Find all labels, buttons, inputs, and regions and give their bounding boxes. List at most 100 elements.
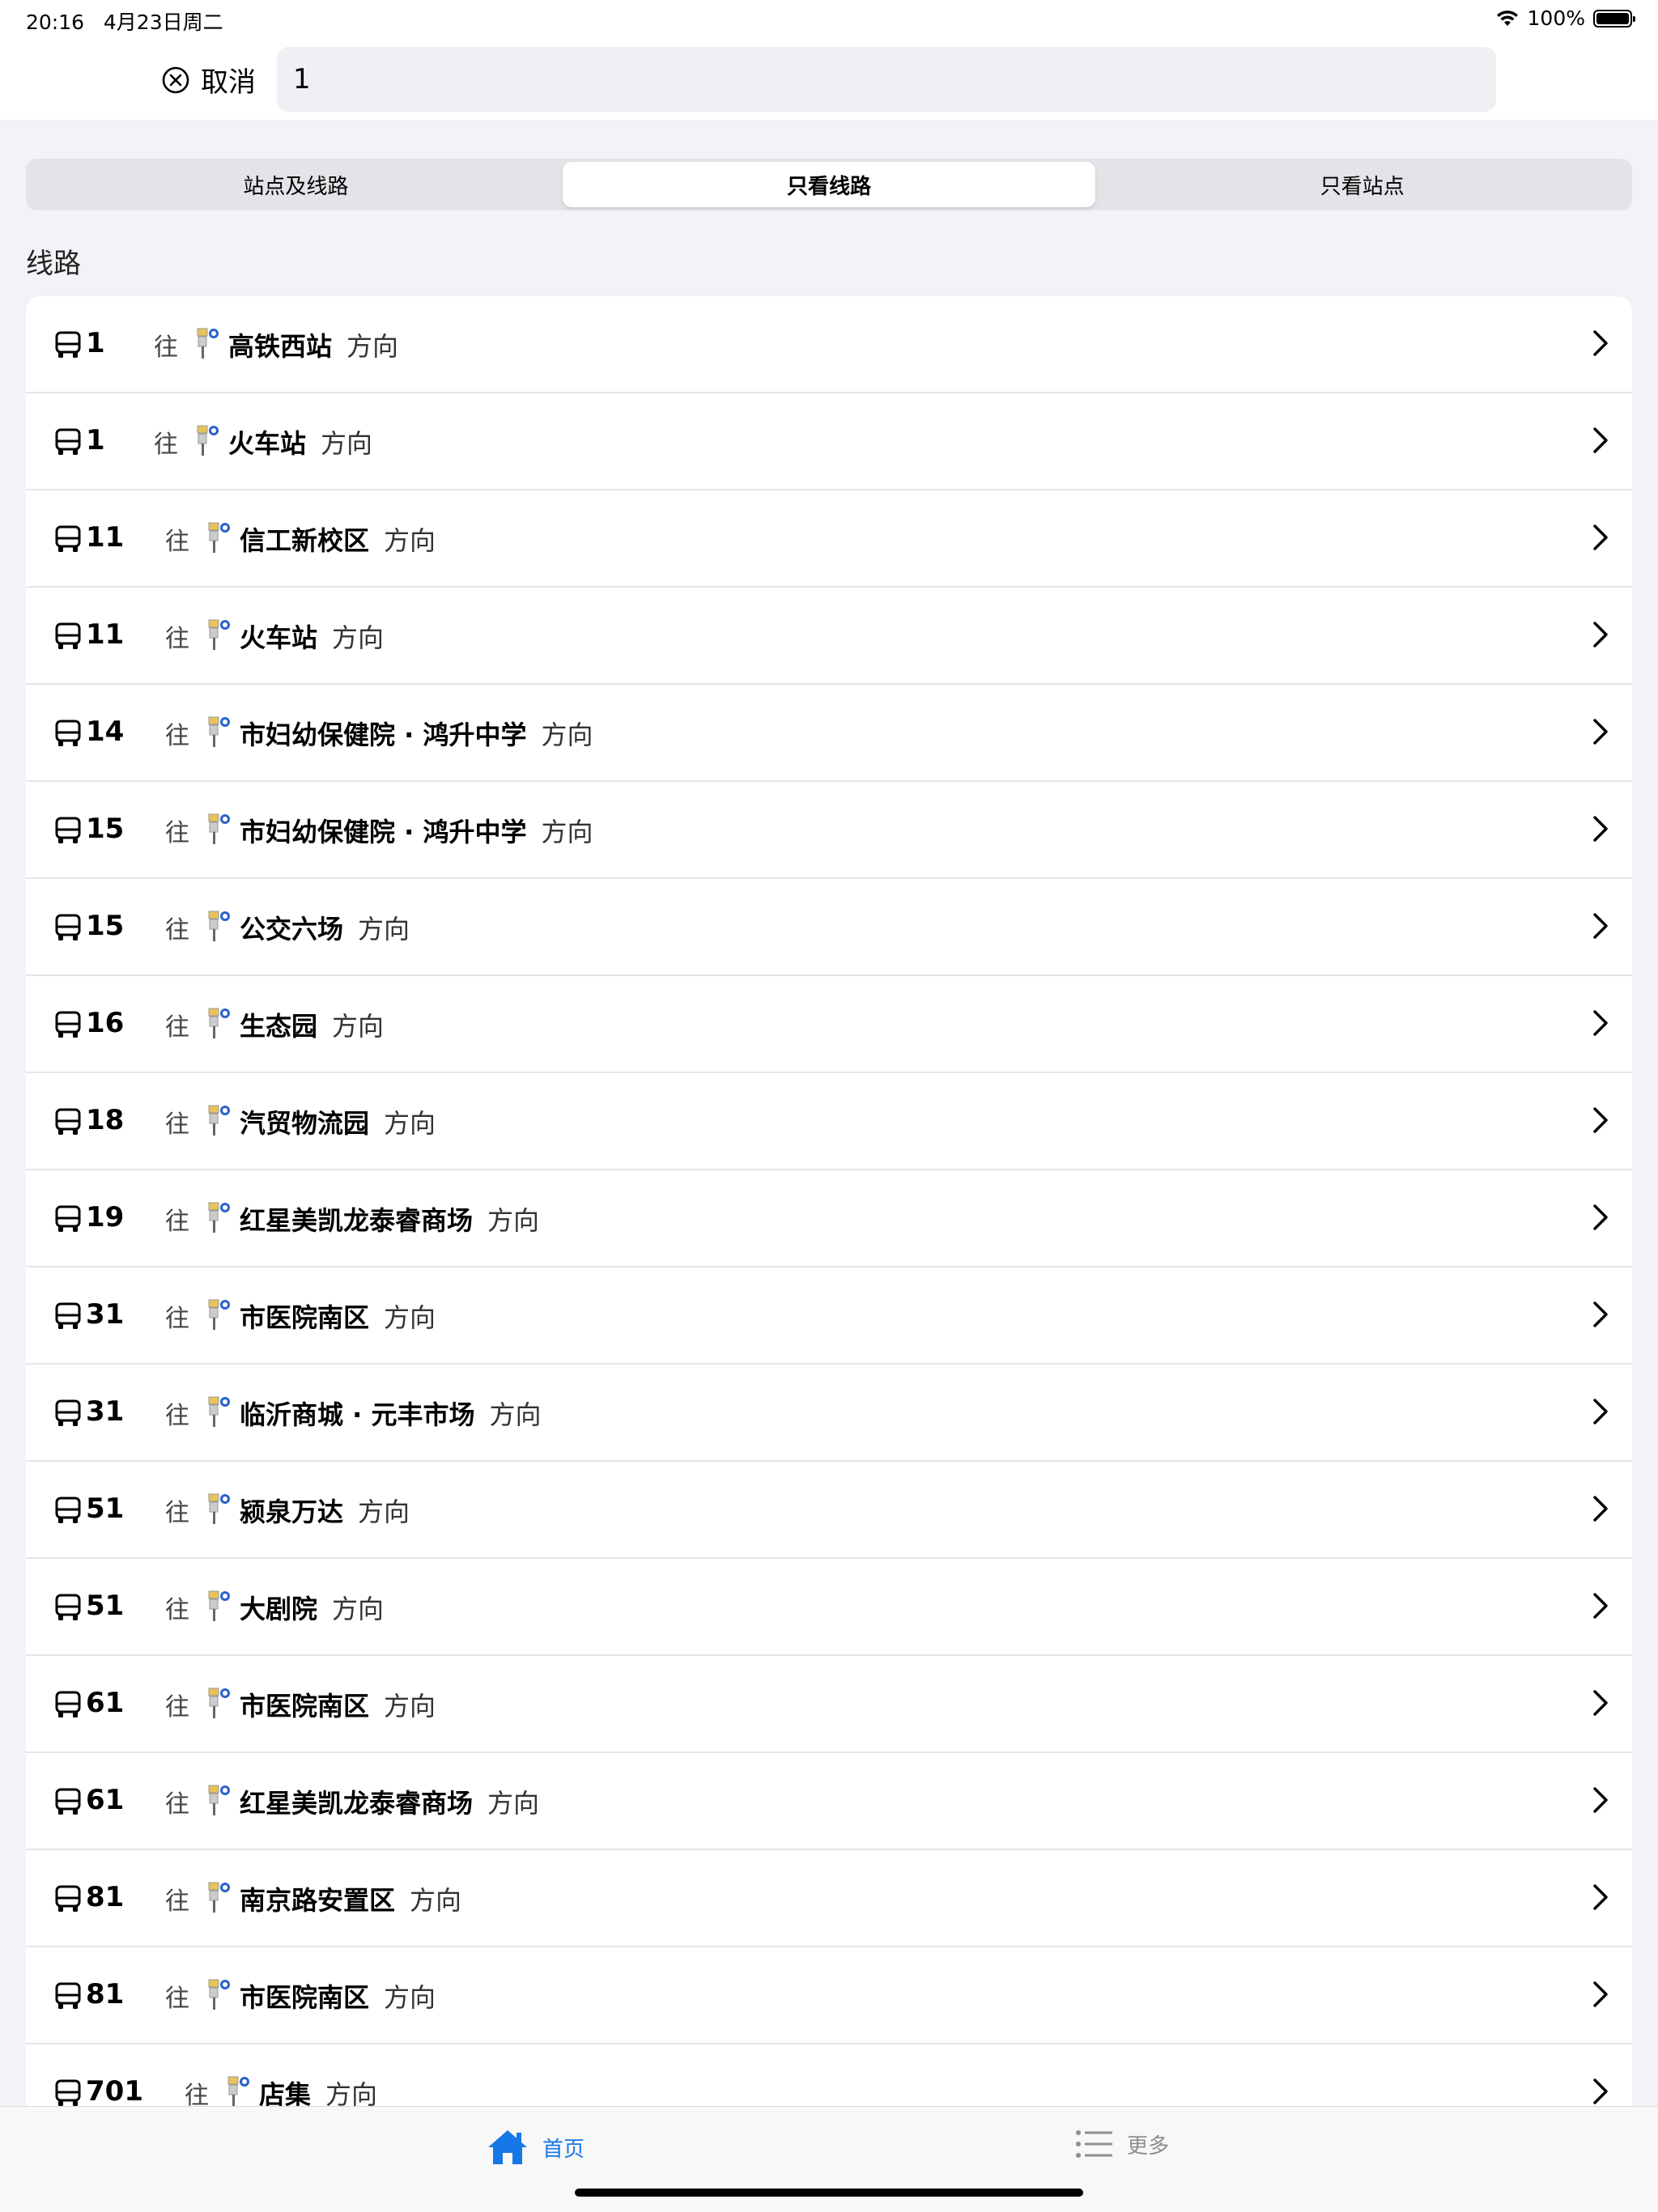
route-destination: 公交六场 — [240, 914, 344, 945]
status-time: 20:16 4月23日周二 — [26, 6, 223, 36]
to-label: 往 — [165, 1402, 189, 1430]
chevron-right-icon — [1592, 523, 1609, 555]
bus-icon — [53, 913, 83, 945]
route-row[interactable]: 31 往 临沂商城 · 元丰市场 方向 — [26, 1365, 1632, 1462]
route-row[interactable]: 81 往 南京路安置区 方向 — [26, 1850, 1632, 1947]
route-number: 16 — [86, 1007, 125, 1039]
route-destination: 市妇幼保健院 · 鸿升中学 — [240, 817, 527, 847]
route-row[interactable]: 15 往 公交六场 方向 — [26, 879, 1632, 976]
chevron-right-icon — [1592, 1591, 1609, 1624]
to-label: 往 — [165, 1110, 189, 1139]
route-destination: 火车站 — [228, 428, 307, 459]
tab-stops-only[interactable]: 只看站点 — [1095, 162, 1629, 207]
route-row[interactable]: 61 往 市医院南区 方向 — [26, 1656, 1632, 1753]
route-row[interactable]: 1 往 火车站 方向 — [26, 393, 1632, 490]
route-row[interactable]: 14 往 市妇幼保健院 · 鸿升中学 方向 — [26, 685, 1632, 782]
list-icon — [1076, 2130, 1112, 2158]
bus-icon — [53, 816, 83, 848]
route-row[interactable]: 11 往 火车站 方向 — [26, 588, 1632, 685]
bus-icon — [53, 1301, 83, 1334]
bus-stop-icon — [196, 327, 220, 363]
route-row[interactable]: 61 往 红星美凯龙泰睿商场 方向 — [26, 1753, 1632, 1850]
route-number: 51 — [86, 1590, 125, 1622]
route-destination-group: 往 红星美凯龙泰睿商场 方向 — [165, 1753, 539, 1850]
bus-stop-icon — [207, 618, 232, 654]
battery-percent: 100% — [1527, 6, 1585, 30]
to-label: 往 — [165, 1790, 189, 1819]
chevron-right-icon — [1592, 1785, 1609, 1818]
route-destination-group: 往 市医院南区 方向 — [165, 1947, 436, 2044]
direction-label: 方向 — [384, 1302, 436, 1333]
time-text: 20:16 — [26, 11, 85, 34]
chevron-right-icon — [1592, 911, 1609, 944]
route-number: 701 — [86, 2075, 143, 2106]
route-destination: 生态园 — [240, 1011, 318, 1042]
bus-stop-icon — [207, 1784, 232, 1819]
route-destination-group: 往 南京路安置区 方向 — [165, 1850, 461, 1947]
chevron-right-icon — [1592, 1980, 1609, 2012]
tab-routes-only[interactable]: 只看线路 — [562, 162, 1096, 207]
bus-stop-icon — [207, 1978, 232, 2014]
to-label: 往 — [165, 722, 189, 750]
route-row[interactable]: 19 往 红星美凯龙泰睿商场 方向 — [26, 1170, 1632, 1267]
chevron-right-icon — [1592, 426, 1609, 458]
bus-icon — [53, 1787, 83, 1819]
bus-stop-icon — [207, 1298, 232, 1334]
to-label: 往 — [165, 1013, 189, 1042]
route-row[interactable]: 11 往 信工新校区 方向 — [26, 490, 1632, 588]
chevron-right-icon — [1592, 1494, 1609, 1526]
direction-label: 方向 — [325, 2079, 378, 2106]
direction-label: 方向 — [332, 1011, 385, 1042]
route-row[interactable]: 81 往 市医院南区 方向 — [26, 1947, 1632, 2044]
to-label: 往 — [165, 1596, 189, 1624]
direction-label: 方向 — [541, 817, 593, 847]
route-row[interactable]: 15 往 市妇幼保健院 · 鸿升中学 方向 — [26, 782, 1632, 879]
battery-icon — [1593, 9, 1635, 28]
date-text: 4月23日周二 — [103, 11, 223, 34]
battery-fill — [1596, 12, 1629, 24]
route-destination: 市妇幼保健院 · 鸿升中学 — [240, 720, 527, 750]
route-row[interactable]: 16 往 生态园 方向 — [26, 976, 1632, 1073]
route-row[interactable]: 18 往 汽贸物流园 方向 — [26, 1073, 1632, 1170]
section-title: 线路 — [26, 248, 81, 280]
to-label: 往 — [165, 1887, 189, 1916]
tab-more[interactable]: 更多 — [1075, 2128, 1169, 2160]
close-circle-icon — [162, 66, 189, 93]
route-destination: 红星美凯龙泰睿商场 — [240, 1205, 474, 1236]
status-bar: 20:16 4月23日周二 100% — [0, 0, 1658, 39]
direction-label: 方向 — [489, 1399, 542, 1430]
route-number: 81 — [86, 1881, 125, 1913]
to-label: 往 — [165, 1985, 189, 2013]
route-destination: 红星美凯龙泰睿商场 — [240, 1788, 474, 1819]
bus-icon — [53, 1884, 83, 1917]
route-destination: 临沂商城 · 元丰市场 — [240, 1399, 475, 1430]
route-row[interactable]: 701 往 店集 方向 — [26, 2044, 1632, 2106]
route-row[interactable]: 51 往 大剧院 方向 — [26, 1559, 1632, 1656]
bus-stop-icon — [207, 1395, 232, 1431]
route-row[interactable]: 51 往 颍泉万达 方向 — [26, 1462, 1632, 1559]
route-destination: 市医院南区 — [240, 1302, 370, 1333]
to-label: 往 — [165, 1208, 189, 1236]
bus-icon — [53, 1496, 83, 1528]
route-destination-group: 往 市医院南区 方向 — [165, 1267, 436, 1365]
route-destination-group: 往 高铁西站 方向 — [154, 296, 398, 393]
bus-icon — [53, 1010, 83, 1042]
bus-icon — [53, 330, 83, 363]
route-row[interactable]: 1 往 高铁西站 方向 — [26, 296, 1632, 393]
search-input[interactable] — [277, 47, 1496, 112]
chevron-right-icon — [1592, 1008, 1609, 1041]
bus-icon — [53, 719, 83, 751]
bus-stop-icon — [207, 1007, 232, 1042]
bus-icon — [53, 622, 83, 654]
bus-icon — [53, 524, 83, 557]
bus-icon — [53, 1981, 83, 2014]
bus-stop-icon — [196, 424, 220, 460]
cancel-button[interactable]: 取消 — [162, 60, 256, 100]
tab-home[interactable]: 首页 — [486, 2128, 585, 2167]
route-destination-group: 往 市妇幼保健院 · 鸿升中学 方向 — [165, 782, 593, 879]
cancel-label: 取消 — [201, 66, 256, 99]
tab-stops-and-routes[interactable]: 站点及线路 — [29, 162, 563, 207]
bus-icon — [53, 1204, 83, 1237]
route-row[interactable]: 31 往 市医院南区 方向 — [26, 1267, 1632, 1365]
bus-stop-icon — [207, 910, 232, 945]
